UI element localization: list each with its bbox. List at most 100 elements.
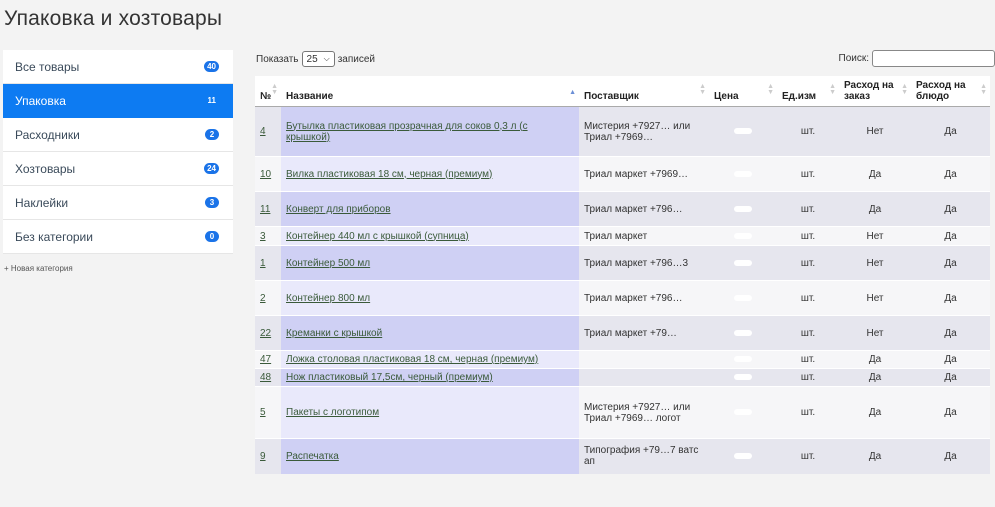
- price-cell: [709, 350, 777, 369]
- product-name-link[interactable]: Распечатка: [286, 451, 339, 462]
- table-row: 47 Ложка столовая пластиковая 18 см, черн…: [255, 350, 990, 369]
- table-row: 2 Контейнер 800 мл Триал маркет +796… шт. Не…: [255, 280, 990, 316]
- product-name-link[interactable]: Контейнер 500 мл: [286, 258, 370, 269]
- per-order-cell: Нет: [839, 245, 911, 281]
- price-cell: [709, 191, 777, 227]
- price-redacted: [734, 356, 752, 362]
- product-name-link[interactable]: Нож пластиковый 17,5см, черный (премиум): [286, 372, 493, 383]
- per-dish-cell: Да: [911, 315, 990, 351]
- row-number-link[interactable]: 1: [260, 258, 266, 269]
- category-label: Расходники: [15, 127, 80, 142]
- product-name-link[interactable]: Пакеты с логотипом: [286, 407, 379, 418]
- table-row: 9 Распечатка Типография +79…7 ватс ап шт. Да…: [255, 438, 990, 474]
- supplier-cell: Триал маркет +796…: [579, 191, 709, 227]
- row-number-link[interactable]: 22: [260, 328, 271, 339]
- unit-cell: шт.: [777, 245, 839, 281]
- per-order-cell: Нет: [839, 106, 911, 157]
- unit-cell: шт.: [777, 386, 839, 439]
- unit-cell: шт.: [777, 106, 839, 157]
- row-number-link[interactable]: 48: [260, 372, 271, 383]
- row-number-link[interactable]: 2: [260, 293, 266, 304]
- search-label: Поиск:: [838, 53, 870, 64]
- row-number-link[interactable]: 47: [260, 354, 271, 365]
- table-row: 11 Конверт для приборов Триал маркет +796……: [255, 191, 990, 227]
- sort-icon: ▲ ▼: [980, 83, 987, 96]
- category-consumables[interactable]: Расходники 2: [3, 118, 233, 152]
- product-name-link[interactable]: Вилка пластиковая 18 см, черная (премиум…: [286, 169, 492, 180]
- product-name-cell: Конверт для приборов: [281, 191, 579, 227]
- sort-icon: ▲ ▼: [271, 83, 278, 96]
- product-name-link[interactable]: Креманки с крышкой: [286, 328, 382, 339]
- per-order-cell: Да: [839, 386, 911, 439]
- price-cell: [709, 438, 777, 474]
- per-order-cell: Нет: [839, 315, 911, 351]
- column-header-supplier[interactable]: Поставщик ▲ ▼: [579, 76, 709, 107]
- per-dish-cell: Да: [911, 106, 990, 157]
- unit-cell: шт.: [777, 350, 839, 369]
- supplier-cell: [579, 350, 709, 369]
- row-number-link[interactable]: 10: [260, 169, 271, 180]
- column-header-per-order[interactable]: Расход на заказ ▲ ▼: [839, 76, 911, 107]
- product-name-cell: Контейнер 500 мл: [281, 245, 579, 281]
- column-header-per-dish[interactable]: Расход на блюдо ▲ ▼: [911, 76, 990, 107]
- product-name-cell: Контейнер 440 мл с крышкой (супница): [281, 226, 579, 246]
- price-redacted: [734, 205, 752, 212]
- per-order-cell: Нет: [839, 280, 911, 316]
- supplier-cell: [579, 368, 709, 387]
- product-name-link[interactable]: Бутылка пластиковая прозрачная для соков…: [286, 121, 528, 143]
- category-uncategorized[interactable]: Без категории 0: [3, 220, 233, 254]
- row-number: 4: [255, 106, 281, 157]
- row-number: 10: [255, 156, 281, 192]
- per-dish-cell: Да: [911, 191, 990, 227]
- product-name-link[interactable]: Конверт для приборов: [286, 204, 391, 215]
- per-order-cell: Да: [839, 438, 911, 474]
- product-name-cell: Креманки с крышкой: [281, 315, 579, 351]
- category-all[interactable]: Все товары 40: [3, 50, 233, 84]
- column-header-number[interactable]: № ▲ ▼: [255, 76, 281, 107]
- search-control: Поиск:: [839, 50, 995, 67]
- supplier-cell: Мистерия +7927… или Триал +7969…: [579, 106, 709, 157]
- row-number-link[interactable]: 5: [260, 407, 266, 418]
- page-length-value: 25: [306, 53, 318, 65]
- per-dish-cell: Да: [911, 438, 990, 474]
- table-header-row: № ▲ ▼ Название ▲ Поставщик ▲ ▼ Цена ▲ ▼ Ед.изм ▲…: [255, 76, 990, 107]
- sort-icon: ▲ ▼: [699, 83, 706, 96]
- row-number-link[interactable]: 9: [260, 451, 266, 462]
- product-name-link[interactable]: Ложка столовая пластиковая 18 см, черная…: [286, 354, 538, 365]
- row-number-link[interactable]: 11: [260, 204, 270, 215]
- row-number-link[interactable]: 4: [260, 126, 266, 137]
- row-number: 9: [255, 438, 281, 474]
- category-household[interactable]: Хозтовары 24: [3, 152, 233, 186]
- count-badge: 3: [205, 197, 219, 208]
- count-badge: 11: [207, 96, 216, 105]
- row-number-link[interactable]: 3: [260, 231, 266, 242]
- product-name-link[interactable]: Контейнер 440 мл с крышкой (супница): [286, 231, 469, 242]
- per-dish-cell: Да: [911, 386, 990, 439]
- supplier-cell: Триал маркет +796…: [579, 280, 709, 316]
- price-cell: [709, 280, 777, 316]
- page-length-control: Показать 25 ⌵ записей: [256, 51, 375, 67]
- category-packaging[interactable]: Упаковка 11: [3, 84, 233, 118]
- category-label: Упаковка: [15, 93, 66, 108]
- sort-asc-icon: ▲: [569, 89, 576, 96]
- per-order-cell: Да: [839, 191, 911, 227]
- unit-cell: шт.: [777, 280, 839, 316]
- column-header-name[interactable]: Название ▲: [281, 76, 579, 107]
- per-dish-cell: Да: [911, 245, 990, 281]
- column-header-unit[interactable]: Ед.изм ▲ ▼: [777, 76, 839, 107]
- sort-icon: ▲ ▼: [767, 83, 774, 96]
- column-header-price[interactable]: Цена ▲ ▼: [709, 76, 777, 107]
- product-name-link[interactable]: Контейнер 800 мл: [286, 293, 370, 304]
- page-length-select[interactable]: 25 ⌵: [301, 51, 335, 67]
- category-label: Хозтовары: [15, 161, 76, 176]
- category-stickers[interactable]: Наклейки 3: [3, 186, 233, 220]
- search-input[interactable]: [872, 50, 995, 67]
- price-cell: [709, 226, 777, 246]
- new-category-link[interactable]: + Новая категория: [4, 264, 73, 273]
- price-redacted: [734, 259, 752, 266]
- unit-cell: шт.: [777, 368, 839, 387]
- per-dish-cell: Да: [911, 350, 990, 369]
- row-number: 2: [255, 280, 281, 316]
- products-table: № ▲ ▼ Название ▲ Поставщик ▲ ▼ Цена ▲ ▼ Ед.изм ▲…: [255, 76, 990, 474]
- per-order-cell: Да: [839, 156, 911, 192]
